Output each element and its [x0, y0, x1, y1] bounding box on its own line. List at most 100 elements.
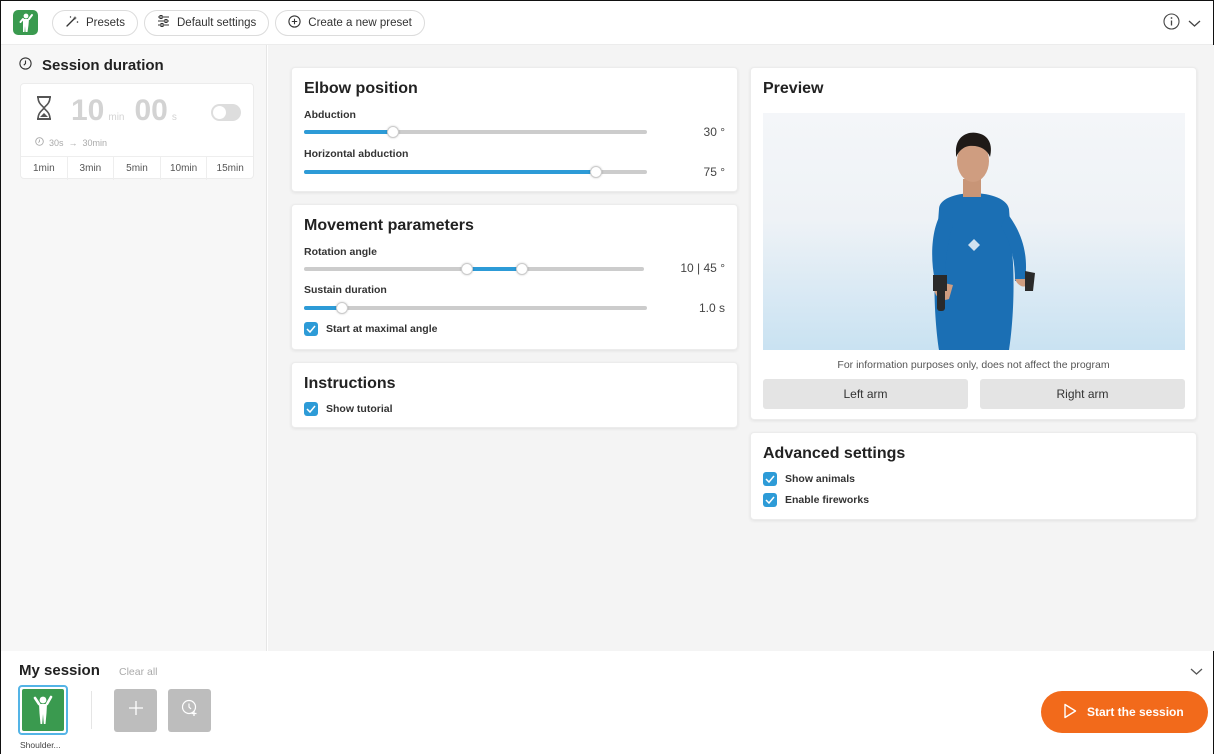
show-tutorial-checkbox-row[interactable]: Show tutorial — [304, 402, 393, 416]
default-settings-button[interactable]: Default settings — [144, 9, 270, 36]
avatar-figure — [932, 132, 1035, 350]
add-pause-button[interactable] — [168, 689, 211, 732]
my-session-bar: My session Clear all Shoulder... Start t… — [1, 651, 1213, 754]
clear-all-link[interactable]: Clear all — [119, 666, 158, 678]
horizontal-abduction-label: Horizontal abduction — [304, 148, 409, 160]
create-preset-label: Create a new preset — [308, 16, 412, 29]
range-max: 30min — [82, 137, 108, 148]
session-duration-header: Session duration — [19, 57, 164, 74]
sustain-duration-slider-thumb[interactable] — [335, 302, 348, 314]
session-duration-panel: Session duration 10 min 00 s 30s → 30min… — [1, 45, 267, 651]
exercise-settings-area: Elbow position Abduction 30 ° Horizontal… — [268, 45, 1214, 651]
timer-sec-unit: s — [171, 112, 177, 123]
preview-title: Preview — [763, 80, 824, 97]
session-duration-title: Session duration — [42, 57, 164, 74]
horizontal-abduction-slider-thumb[interactable] — [589, 166, 602, 178]
show-animals-checkbox[interactable] — [763, 472, 777, 486]
abduction-slider[interactable] — [304, 126, 647, 138]
preview-card: Preview For information purposes only, d… — [750, 67, 1197, 420]
chevron-down-icon[interactable] — [1188, 15, 1201, 33]
magic-wand-icon — [65, 15, 79, 30]
clock-icon — [19, 57, 32, 74]
show-animals-checkbox-row[interactable]: Show animals — [763, 472, 855, 486]
instructions-card: Instructions Show tutorial — [291, 362, 738, 428]
left-arm-button[interactable]: Left arm — [763, 379, 968, 409]
my-session-title: My session — [19, 662, 100, 679]
start-at-max-checkbox-row[interactable]: Start at maximal angle — [304, 322, 437, 336]
duration-preset-15min[interactable]: 15min — [207, 157, 253, 180]
abduction-label: Abduction — [304, 109, 356, 121]
preview-note: For information purposes only, does not … — [837, 359, 1110, 371]
start-at-max-checkbox[interactable] — [304, 322, 318, 336]
enable-fireworks-label: Enable fireworks — [785, 494, 870, 506]
small-clock-icon — [35, 137, 44, 148]
elbow-position-title: Elbow position — [304, 80, 418, 97]
rotation-angle-min-thumb[interactable] — [461, 263, 474, 275]
rotation-angle-max-thumb[interactable] — [515, 263, 528, 275]
sliders-icon — [157, 15, 170, 30]
abduction-value: 30 ° — [703, 125, 725, 139]
duration-preset-5min[interactable]: 5min — [114, 157, 161, 180]
default-settings-label: Default settings — [177, 16, 257, 29]
duration-presets: 1min 3min 5min 10min 15min — [21, 156, 253, 180]
movement-parameters-card: Movement parameters Rotation angle 10 | … — [291, 204, 738, 350]
horizontal-abduction-value: 75 ° — [703, 165, 725, 179]
add-exercise-button[interactable] — [114, 689, 157, 732]
timer-display[interactable]: 10 min 00 s — [35, 94, 183, 128]
create-preset-button[interactable]: Create a new preset — [275, 9, 425, 36]
top-right-controls — [1163, 13, 1201, 35]
avatar-preview — [763, 113, 1185, 350]
movement-parameters-title: Movement parameters — [304, 217, 474, 234]
rotation-angle-range-fill — [467, 267, 522, 271]
plus-icon — [128, 700, 144, 721]
advanced-settings-title: Advanced settings — [763, 445, 906, 462]
enable-fireworks-checkbox-row[interactable]: Enable fireworks — [763, 493, 869, 507]
timer-range: 30s → 30min — [35, 137, 107, 148]
timer-toggle[interactable] — [211, 104, 241, 121]
duration-preset-3min[interactable]: 3min — [68, 157, 115, 180]
presets-label: Presets — [86, 16, 125, 29]
enable-fireworks-checkbox[interactable] — [763, 493, 777, 507]
rotation-angle-value: 10 | 45 ° — [680, 261, 725, 275]
start-session-button[interactable]: Start the session — [1041, 691, 1208, 733]
shoulder-exercise-icon — [22, 689, 64, 731]
divider — [91, 691, 92, 729]
collapse-session-chevron-icon[interactable] — [1190, 663, 1203, 681]
sustain-duration-label: Sustain duration — [304, 284, 387, 296]
timer-min-unit: min — [108, 112, 125, 123]
right-arm-button[interactable]: Right arm — [980, 379, 1185, 409]
presets-button[interactable]: Presets — [52, 9, 138, 36]
sustain-duration-value: 1.0 s — [698, 301, 725, 315]
elbow-position-card: Elbow position Abduction 30 ° Horizontal… — [291, 67, 738, 192]
rotation-angle-label: Rotation angle — [304, 246, 377, 258]
session-tile-label: Shoulder... — [20, 740, 61, 750]
show-tutorial-label: Show tutorial — [326, 403, 393, 415]
clock-plus-icon — [181, 699, 199, 722]
info-icon[interactable] — [1163, 13, 1180, 35]
show-tutorial-checkbox[interactable] — [304, 402, 318, 416]
top-toolbar: Presets Default settings Create a new pr… — [1, 1, 1213, 45]
hourglass-icon — [35, 96, 53, 125]
timer-seconds: 00 — [134, 94, 168, 127]
advanced-settings-card: Advanced settings Show animals Enable fi… — [750, 432, 1197, 520]
timer-card: 10 min 00 s 30s → 30min 1min 3min 5min 1… — [20, 83, 254, 180]
horizontal-abduction-slider[interactable] — [304, 166, 647, 178]
session-exercise-tile[interactable] — [18, 685, 68, 735]
app-logo-icon[interactable] — [13, 10, 38, 35]
start-at-max-label: Start at maximal angle — [326, 323, 438, 335]
instructions-title: Instructions — [304, 375, 396, 392]
duration-preset-1min[interactable]: 1min — [21, 157, 68, 180]
horizontal-abduction-slider-fill — [304, 170, 596, 174]
abduction-slider-fill — [304, 130, 394, 134]
duration-preset-10min[interactable]: 10min — [161, 157, 208, 180]
plus-circle-icon — [288, 14, 301, 31]
abduction-slider-thumb[interactable] — [387, 126, 400, 138]
start-session-label: Start the session — [1087, 705, 1184, 719]
sustain-duration-slider[interactable] — [304, 302, 647, 314]
timer-minutes: 10 — [71, 94, 105, 127]
range-min: 30s — [49, 137, 64, 148]
show-animals-label: Show animals — [785, 473, 856, 485]
range-arrow: → — [68, 137, 78, 148]
rotation-angle-range-slider[interactable] — [304, 263, 644, 275]
play-icon — [1063, 703, 1077, 722]
